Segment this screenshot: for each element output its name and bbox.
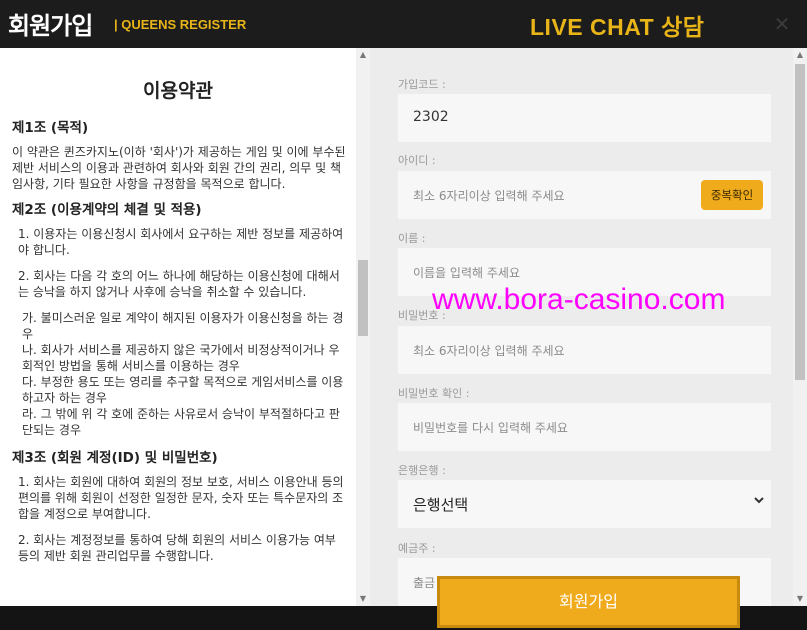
chevron-down-icon: [753, 494, 765, 510]
bank-label: 은행은행 :: [398, 464, 446, 477]
terms-title: 이용약관: [143, 80, 213, 102]
password-field[interactable]: 최소 6자리이상 입력해 주세요: [398, 326, 771, 374]
scroll-up-icon[interactable]: ▲: [356, 48, 370, 62]
join-code-field[interactable]: 2302: [398, 94, 771, 142]
page-subtitle: | QUEENS REGISTER: [114, 17, 247, 32]
duplicate-check-button[interactable]: 중복확인: [701, 180, 763, 210]
section-subitem: 라. 그 밖에 위 각 호에 준하는 사유로서 승낙이 부적절하다고 판단되는 …: [22, 407, 340, 437]
terms-body: 제1조 (목적) 이 약관은 퀸즈카지노(이하 '회사')가 제공하는 게임 및…: [12, 120, 350, 574]
page-title: 회원가입: [8, 12, 93, 40]
form-scrollbar[interactable]: ▲ ▼: [793, 48, 807, 606]
scroll-up-icon[interactable]: ▲: [793, 48, 807, 62]
section-heading: 제3조 (회원 계정(ID) 및 비밀번호): [12, 450, 218, 466]
scrollbar-thumb[interactable]: [358, 260, 368, 336]
name-label: 이름 :: [398, 232, 426, 245]
section-item: 1. 이용자는 이용신청시 회사에서 요구하는 제반 정보를 제공하여야 합니다…: [18, 227, 344, 257]
section-item: 2. 회사는 계정정보를 통하여 당해 회원의 서비스 이용가능 여부 등의 제…: [18, 533, 336, 563]
section-subitem: 가. 불미스러운 일로 계약이 해지된 이용자가 이용신청을 하는 경우: [22, 311, 344, 341]
bank-select[interactable]: 은행선택: [398, 480, 771, 528]
user-id-label: 아이디 :: [398, 154, 436, 167]
join-code-label: 가입코드 :: [398, 78, 446, 91]
section-text: 이 약관은 퀸즈카지노(이하 '회사')가 제공하는 게임 및 이에 부수된 제…: [12, 145, 346, 191]
user-id-placeholder: 최소 6자리이상 입력해 주세요: [413, 189, 565, 203]
register-submit-button[interactable]: 회원가입: [437, 576, 740, 628]
join-code-value: 2302: [413, 109, 449, 125]
section-heading: 제2조 (이용계약의 체결 및 적용): [12, 202, 202, 218]
section-subitem: 다. 부정한 용도 또는 영리를 추구할 목적으로 게임서비스를 이용하고자 하…: [22, 375, 344, 405]
account-holder-label: 예금주 :: [398, 542, 436, 555]
name-placeholder: 이름을 입력해 주세요: [413, 266, 520, 280]
password-confirm-field[interactable]: 비밀번호를 다시 입력해 주세요: [398, 403, 771, 451]
password-placeholder: 최소 6자리이상 입력해 주세요: [413, 344, 565, 358]
close-icon[interactable]: ✕: [768, 12, 796, 36]
watermark-text: www.bora-casino.com: [432, 283, 726, 316]
account-holder-placeholder: 출금: [413, 576, 436, 590]
terms-scrollbar[interactable]: ▲ ▼: [356, 48, 370, 606]
bank-select-value: 은행선택: [413, 496, 469, 514]
register-form: 가입코드 : 2302 아이디 : 최소 6자리이상 입력해 주세요 중복확인 …: [370, 48, 793, 606]
user-id-field[interactable]: 최소 6자리이상 입력해 주세요 중복확인: [398, 171, 771, 219]
scrollbar-thumb[interactable]: [795, 64, 805, 380]
section-item: 2. 회사는 다음 각 호의 어느 하나에 해당하는 이용신청에 대해서는 승낙…: [18, 269, 340, 299]
section-subitems: 가. 불미스러운 일로 계약이 해지된 이용자가 이용신청을 하는 경우 나. …: [12, 310, 350, 438]
page-header: 회원가입 | QUEENS REGISTER LIVE CHAT 상담 ✕: [0, 0, 807, 48]
section-heading: 제1조 (목적): [12, 120, 89, 136]
scroll-down-icon[interactable]: ▼: [356, 592, 370, 606]
section-item: 1. 회사는 회원에 대하여 회원의 정보 보호, 서비스 이용안내 등의 편의…: [18, 475, 344, 521]
section-subitem: 나. 회사가 서비스를 제공하지 않은 국가에서 비정상적이거나 우회적인 방법…: [22, 343, 340, 373]
password-confirm-placeholder: 비밀번호를 다시 입력해 주세요: [413, 421, 568, 435]
scroll-down-icon[interactable]: ▼: [793, 592, 807, 606]
password-confirm-label: 비밀번호 확인 :: [398, 387, 470, 400]
live-chat-link[interactable]: LIVE CHAT 상담: [530, 8, 704, 42]
terms-panel[interactable]: 이용약관 제1조 (목적) 이 약관은 퀸즈카지노(이하 '회사')가 제공하는…: [0, 48, 356, 606]
